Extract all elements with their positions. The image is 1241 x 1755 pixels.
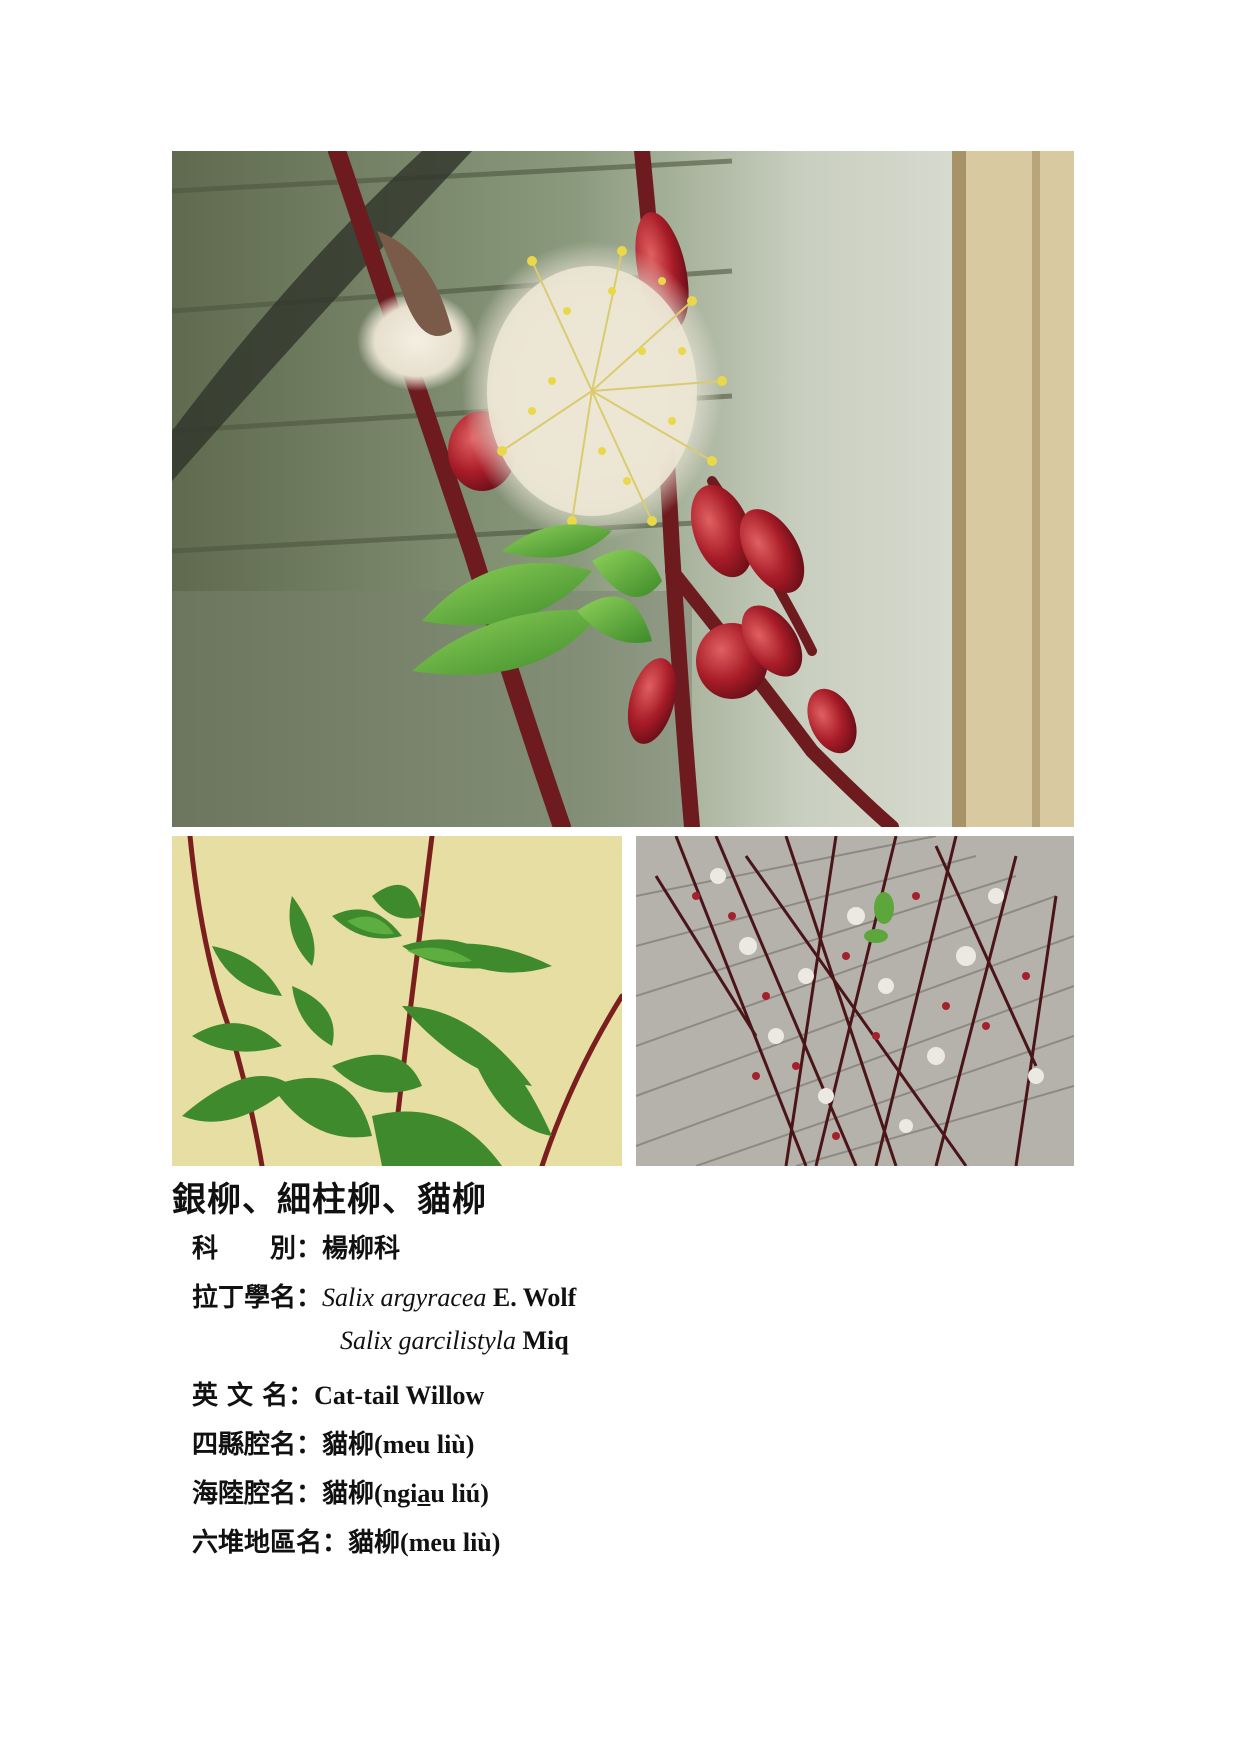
english-value: Cat-tail Willow [314, 1381, 485, 1410]
latin-label: 拉丁學名 [192, 1283, 297, 1313]
latin-2-species: Salix garcilistyla [340, 1326, 516, 1355]
colon: ： [296, 1234, 323, 1264]
hailu-romanization-end: u liú) [430, 1479, 489, 1508]
info-row-family: 科 別：楊柳科 [192, 1228, 1012, 1277]
colon: ： [296, 1430, 323, 1460]
hailu-romanization-underlined: a [417, 1479, 431, 1508]
info-row-latin: 拉丁學名： Salix argyracea E. Wolf [192, 1277, 1012, 1326]
colon: ： [296, 1283, 323, 1313]
info-row-english: 英 文 名： Cat-tail Willow [192, 1375, 1012, 1424]
hailu-label: 海陸腔名 [192, 1479, 297, 1509]
photo-willow-twigs-deck [636, 836, 1074, 1166]
colon: ： [296, 1479, 323, 1509]
colon: ： [288, 1381, 315, 1411]
info-row-latin-2: Salix garcilistyla Miq [192, 1326, 1012, 1375]
sixian-label: 四縣腔名 [192, 1430, 297, 1460]
hailu-hanzi: 貓柳 [322, 1479, 375, 1509]
colon: ： [322, 1528, 349, 1558]
hailu-romanization-start: (ngi [374, 1479, 418, 1508]
sixian-hanzi: 貓柳 [322, 1430, 375, 1460]
latin-2-author: Miq [522, 1326, 569, 1355]
sixian-romanization: (meu liù) [374, 1430, 475, 1459]
info-row-liudui: 六堆地區名：貓柳(meu liù) [192, 1522, 1012, 1571]
photo-pussy-willow-catkin [172, 151, 1074, 827]
english-label: 英 文 名 [192, 1381, 289, 1411]
plant-info-list: 科 別：楊柳科 拉丁學名： Salix argyracea E. Wolf Sal… [192, 1228, 1012, 1571]
page-title: 銀柳、細柱柳、貓柳 [172, 1180, 487, 1220]
photo-willow-leaves [172, 836, 622, 1166]
liudui-romanization: (meu liù) [400, 1528, 501, 1557]
latin-name-1: Salix argyracea E. Wolf [322, 1283, 576, 1313]
family-label: 科 別 [192, 1234, 297, 1264]
info-row-sixian: 四縣腔名：貓柳(meu liù) [192, 1424, 1012, 1473]
family-value: 楊柳科 [322, 1234, 401, 1263]
latin-1-author: E. Wolf [492, 1283, 577, 1312]
latin-1-species: Salix argyracea [322, 1283, 487, 1312]
latin-name-2: Salix garcilistyla Miq [340, 1326, 569, 1356]
info-row-hailu: 海陸腔名：貓柳(ngiau liú) [192, 1473, 1012, 1522]
liudui-label: 六堆地區名 [192, 1528, 323, 1558]
liudui-hanzi: 貓柳 [348, 1528, 401, 1558]
